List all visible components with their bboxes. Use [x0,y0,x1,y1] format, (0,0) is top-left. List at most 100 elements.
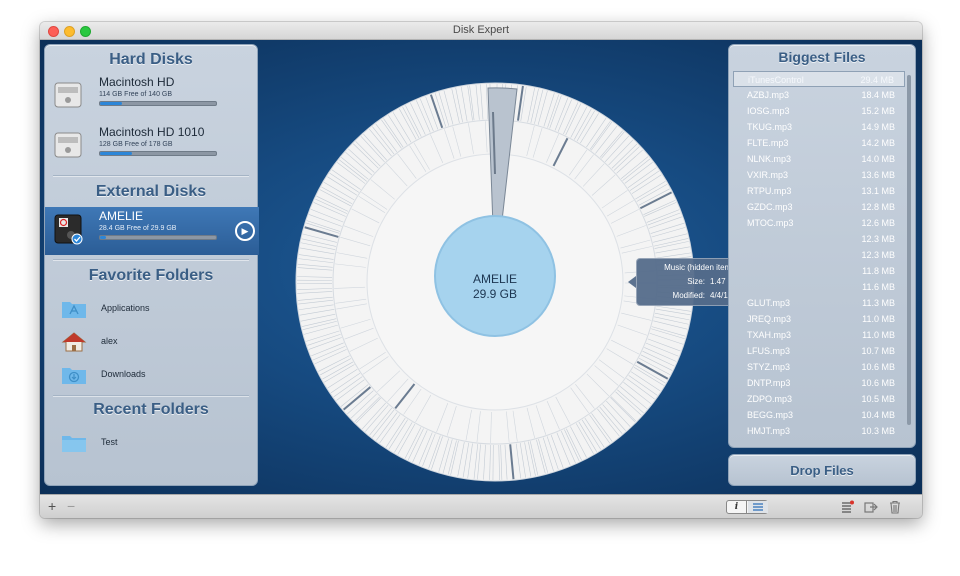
folder-label: alex [101,336,118,346]
remove-button[interactable]: − [67,499,75,513]
disk-usage-fill [100,236,106,239]
file-size: 10.4 MB [861,410,895,420]
file-size: 14.0 MB [861,154,895,164]
disk-free-space: 28.4 GB Free of 29.9 GB [99,225,177,232]
file-row[interactable]: LFUS.mp3 10.7 MB [733,343,905,359]
file-name: STYZ.mp3 [747,362,791,372]
new-item-icon[interactable] [840,500,854,514]
folder-label: Applications [101,303,150,313]
info-view-button[interactable]: i [727,501,747,513]
file-name: JREQ.mp3 [747,314,792,324]
tooltip-size-label: Size: [687,277,705,286]
disk-item-macintosh-hd[interactable]: Macintosh HD 114 GB Free of 140 GB [45,73,259,119]
disk-name: Macintosh HD [99,75,175,89]
file-name: HMJT.mp3 [747,426,791,436]
file-row[interactable]: HMJT.mp3 10.3 MB [733,423,905,439]
favorite-folder-downloads[interactable]: Downloads [45,361,259,389]
file-name: IOSG.mp3 [747,106,790,116]
file-name: AZBJ.mp3 [747,90,790,100]
favorite-folder-alex[interactable]: alex [45,328,259,356]
file-name: NLNK.mp3 [747,154,792,164]
file-size: 12.3 MB [861,234,895,244]
file-row[interactable]: FLTE.mp3 14.2 MB [733,135,905,151]
disk-usage-fill [100,152,133,155]
file-size: 11.0 MB [862,330,895,340]
title-bar: Disk Expert [40,22,922,40]
file-row[interactable]: iTunesControl 29.4 MB [733,71,905,87]
drop-files-zone[interactable]: Drop Files [728,454,916,486]
file-name: LFUS.mp3 [747,346,791,356]
file-row[interactable]: JREQ.mp3 11.0 MB [733,311,905,327]
disk-name: AMELIE [99,209,144,223]
file-row[interactable]: DNTP.mp3 10.6 MB [733,375,905,391]
disk-usage-fill [100,102,123,105]
file-row[interactable]: TXAH.mp3 11.0 MB [733,327,905,343]
file-size: 14.2 MB [861,138,895,148]
file-row[interactable]: IOSG.mp3 15.2 MB [733,103,905,119]
file-row[interactable]: 11.8 MB [733,263,905,279]
file-row[interactable]: 11.6 MB [733,279,905,295]
center-disk-name: AMELIE [472,272,517,286]
disk-usage-bar [99,235,217,240]
add-button[interactable]: + [48,499,56,513]
file-row[interactable]: RTPU.mp3 13.1 MB [733,183,905,199]
play-icon[interactable]: ▶ [235,221,255,241]
file-name: ZDPO.mp3 [747,394,793,404]
file-size: 10.5 MB [861,394,895,404]
file-row[interactable]: ZDPO.mp3 10.5 MB [733,391,905,407]
biggest-files-list: iTunesControl 29.4 MB AZBJ.mp3 18.4 MB IOSG.… [733,71,905,443]
file-row[interactable]: MTOC.mp3 12.6 MB [733,215,905,231]
section-divider [53,395,249,396]
file-name: GZDC.mp3 [747,202,793,212]
file-size: 11.8 MB [862,266,895,276]
file-size: 11.0 MB [862,314,895,324]
file-row[interactable]: STYZ.mp3 10.6 MB [733,359,905,375]
file-name: BEGG.mp3 [747,410,794,420]
section-divider [53,175,249,176]
app-window: Disk Expert Hard Disks Macintosh HD 114 … [40,22,922,518]
bottom-toolbar: + − i [40,494,922,518]
file-row[interactable]: VXIR.mp3 13.6 MB [733,167,905,183]
file-row[interactable]: GZDC.mp3 12.8 MB [733,199,905,215]
recent-folder-test[interactable]: Test [45,429,259,457]
file-name: iTunesControl [748,75,804,85]
file-name: TXAH.mp3 [747,330,792,340]
view-mode-segmented-control: i [726,500,768,514]
disk-usage-bar [99,151,217,156]
file-row[interactable]: GLUT.mp3 11.3 MB [733,295,905,311]
center-disk-size: 29.9 GB [472,287,518,301]
file-row[interactable]: AZBJ.mp3 18.4 MB [733,87,905,103]
disk-usage-bar [99,101,217,106]
disk-free-space: 114 GB Free of 140 GB [99,91,173,98]
file-name: GLUT.mp3 [747,298,791,308]
file-row[interactable]: 12.3 MB [733,247,905,263]
file-size: 10.6 MB [861,378,895,388]
external-disk-icon [54,214,83,245]
move-to-icon[interactable] [864,500,878,514]
disk-item-macintosh-hd-1010[interactable]: Macintosh HD 1010 128 GB Free of 178 GB [45,123,259,169]
file-name: VXIR.mp3 [747,170,789,180]
file-size: 10.6 MB [861,362,895,372]
trash-icon[interactable] [888,500,902,514]
file-size: 13.6 MB [861,170,895,180]
file-size: 12.3 MB [861,250,895,260]
file-list-scrollbar[interactable] [907,75,911,425]
biggest-files-panel: Biggest Files iTunesControl 29.4 MB AZBJ.m… [728,44,916,448]
disk-item-amelie[interactable]: AMELIE 28.4 GB Free of 29.9 GB ▶ [45,207,259,255]
file-row[interactable]: BEGG.mp3 10.4 MB [733,407,905,423]
list-view-icon[interactable] [748,501,768,513]
file-size: 11.6 MB [862,282,895,292]
file-row[interactable]: NLNK.mp3 14.0 MB [733,151,905,167]
downloads-folder-icon [62,368,86,384]
favorite-folder-applications[interactable]: Applications [45,295,259,323]
home-folder-icon [61,332,87,352]
file-size: 11.3 MB [862,298,895,308]
sidebar: Hard Disks Macintosh HD 114 GB Free of 1… [44,44,259,486]
file-row[interactable]: 12.3 MB [733,231,905,247]
biggest-files-heading: Biggest Files [778,49,866,65]
hard-disks-heading: Hard Disks [109,51,193,68]
disk-free-space: 128 GB Free of 178 GB [99,141,173,148]
folder-label: Test [101,437,118,447]
file-row[interactable]: TKUG.mp3 14.9 MB [733,119,905,135]
disk-name: Macintosh HD 1010 [99,125,205,139]
